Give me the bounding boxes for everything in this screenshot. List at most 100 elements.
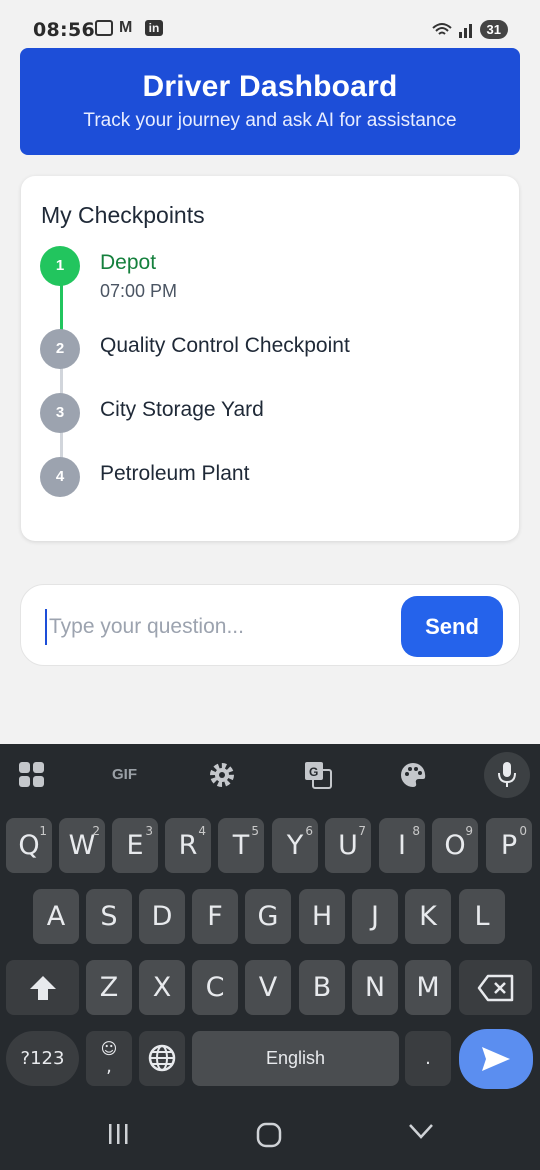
key-label: P: [500, 830, 518, 861]
keyboard-toolbar: GIF G: [0, 744, 540, 804]
key-a[interactable]: A: [33, 889, 79, 944]
key-e[interactable]: E3: [112, 818, 158, 873]
page-subtitle: Track your journey and ask AI for assist…: [83, 110, 457, 131]
key-label: T: [232, 830, 250, 861]
mic-button[interactable]: [484, 752, 530, 798]
backspace-icon: [477, 974, 513, 1002]
key-f[interactable]: F: [192, 889, 238, 944]
checkpoint-item[interactable]: 1 Depot 07:00 PM: [40, 246, 480, 306]
key-hint: 6: [305, 824, 313, 838]
checkpoint-name: Quality Control Checkpoint: [100, 334, 350, 357]
key-m[interactable]: M: [405, 960, 451, 1015]
key-k[interactable]: K: [405, 889, 451, 944]
page-title: Driver Dashboard: [142, 70, 398, 103]
palette-icon[interactable]: [399, 761, 427, 789]
key-y[interactable]: Y6: [272, 818, 318, 873]
key-q[interactable]: Q1: [6, 818, 52, 873]
globe-icon: [148, 1044, 176, 1072]
back-chevron-icon[interactable]: [408, 1122, 434, 1140]
key-s[interactable]: S: [86, 889, 132, 944]
key-w[interactable]: W2: [59, 818, 105, 873]
key-r[interactable]: R4: [165, 818, 211, 873]
key-o[interactable]: O9: [432, 818, 478, 873]
signal-icon: [458, 23, 472, 38]
checkpoint-time: 07:00 PM: [100, 281, 178, 301]
shift-key[interactable]: [6, 960, 79, 1015]
send-button[interactable]: Send: [401, 596, 503, 657]
checkpoint-item[interactable]: 2 Quality Control Checkpoint: [40, 329, 480, 373]
space-key[interactable]: English: [192, 1031, 399, 1086]
checkpoint-item[interactable]: 3 City Storage Yard: [40, 393, 480, 437]
key-label: E: [126, 830, 144, 861]
translate-icon[interactable]: G: [303, 760, 333, 790]
checkpoints-card: My Checkpoints 1 Depot 07:00 PM 2 Qualit…: [21, 176, 519, 541]
checkpoint-number-badge: 4: [40, 457, 80, 497]
gmail-icon: M: [119, 19, 133, 36]
key-i[interactable]: I8: [379, 818, 425, 873]
system-nav-bar: [0, 1100, 540, 1170]
checkpoint-number-badge: 1: [40, 246, 80, 286]
key-hint: 7: [358, 824, 366, 838]
notification-icons: M in: [95, 20, 163, 36]
linkedin-icon: in: [145, 20, 163, 36]
key-d[interactable]: D: [139, 889, 185, 944]
key-l[interactable]: L: [459, 889, 505, 944]
key-label: Y: [286, 830, 304, 861]
send-arrow-icon: [482, 1047, 510, 1071]
checkpoint-name: Depot: [100, 251, 157, 274]
dashboard-header: Driver Dashboard Track your journey and …: [20, 48, 520, 155]
settings-icon[interactable]: [208, 761, 236, 789]
key-label: I: [398, 830, 406, 861]
svg-text:G: G: [309, 765, 318, 779]
checkpoint-name: Petroleum Plant: [100, 462, 250, 485]
key-u[interactable]: U7: [325, 818, 371, 873]
key-hint: 2: [92, 824, 100, 838]
backspace-key[interactable]: [459, 960, 532, 1015]
question-input[interactable]: [45, 609, 385, 645]
symbols-key[interactable]: ?123: [6, 1031, 79, 1086]
emoji-key[interactable]: ☺ ,: [86, 1031, 132, 1086]
language-key[interactable]: [139, 1031, 185, 1086]
home-icon[interactable]: [256, 1122, 282, 1148]
key-hint: 3: [145, 824, 153, 838]
key-j[interactable]: J: [352, 889, 398, 944]
apps-icon[interactable]: [18, 761, 46, 789]
checkpoints-title: My Checkpoints: [41, 202, 205, 228]
key-p[interactable]: P0: [486, 818, 532, 873]
key-hint: 9: [465, 824, 473, 838]
shift-icon: [29, 976, 56, 1000]
key-v[interactable]: V: [245, 960, 291, 1015]
ask-bar: Send: [20, 584, 520, 666]
checkpoint-number-badge: 2: [40, 329, 80, 369]
key-hint: 5: [251, 824, 259, 838]
key-t[interactable]: T5: [218, 818, 264, 873]
gif-icon[interactable]: GIF: [112, 766, 137, 783]
key-label: O: [444, 830, 466, 861]
key-x[interactable]: X: [139, 960, 185, 1015]
recent-apps-icon[interactable]: [106, 1122, 132, 1146]
status-bar: 08:56 M in 31: [0, 0, 540, 48]
key-n[interactable]: N: [352, 960, 398, 1015]
key-h[interactable]: H: [299, 889, 345, 944]
key-z[interactable]: Z: [86, 960, 132, 1015]
key-c[interactable]: C: [192, 960, 238, 1015]
key-g[interactable]: G: [245, 889, 291, 944]
period-key[interactable]: .: [405, 1031, 451, 1086]
enter-key[interactable]: [459, 1029, 533, 1089]
screenshot-icon: [95, 20, 113, 36]
key-label: W: [68, 830, 96, 861]
checkpoint-number-badge: 3: [40, 393, 80, 433]
key-label: Q: [18, 830, 40, 861]
key-hint: 1: [39, 824, 47, 838]
wifi-icon: [431, 22, 452, 35]
system-icons: 31: [431, 20, 508, 39]
checkpoint-item[interactable]: 4 Petroleum Plant: [40, 457, 480, 501]
checkpoint-name: City Storage Yard: [100, 398, 264, 421]
key-label: R: [178, 830, 198, 861]
key-hint: 0: [519, 824, 527, 838]
battery-icon: 31: [479, 20, 508, 39]
mic-icon: [498, 762, 516, 787]
key-b[interactable]: B: [299, 960, 345, 1015]
status-time: 08:56: [33, 19, 95, 41]
key-label: U: [338, 830, 358, 861]
